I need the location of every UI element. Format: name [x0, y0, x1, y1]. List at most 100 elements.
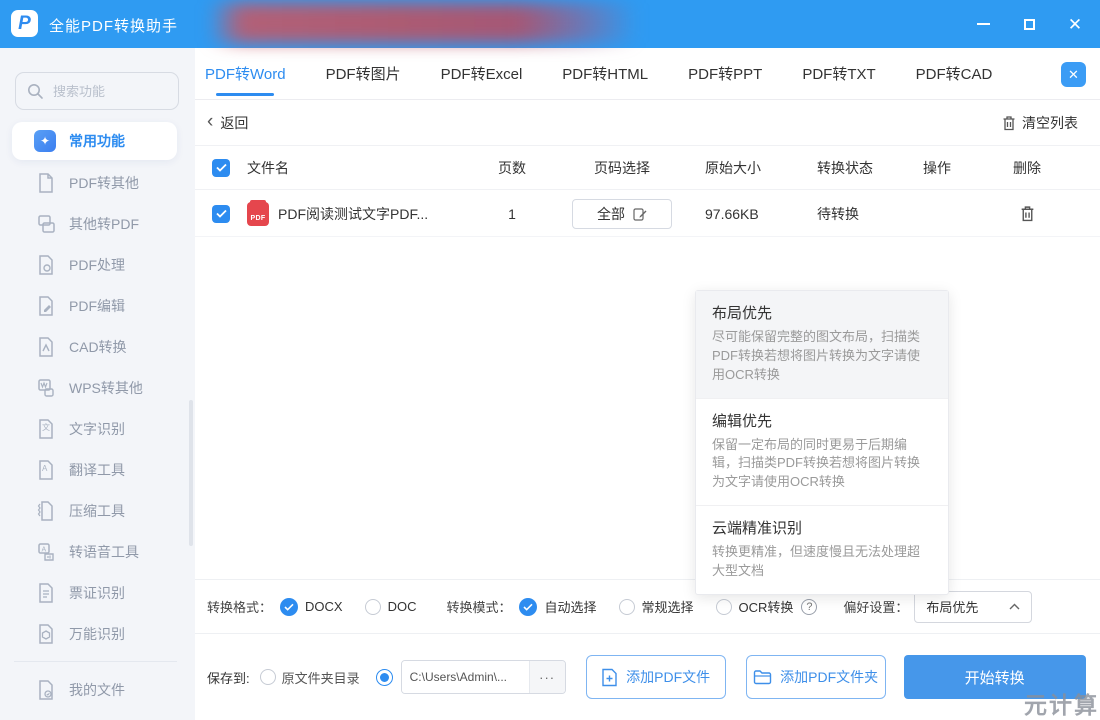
table-header: 文件名 页数 页码选择 原始大小 转换状态 操作 删除 [195, 145, 1100, 190]
radio-checked-icon [519, 598, 537, 616]
radio-normal-select[interactable]: 常规选择 [619, 597, 694, 616]
app-title: 全能PDF转换助手 [49, 15, 178, 36]
sidebar-item-label: 文字识别 [69, 419, 125, 439]
header-filename: 文件名 [247, 158, 477, 178]
sidebar-item-label: 万能识别 [69, 624, 125, 644]
option-description: 尽可能保留完整的图文布局，扫描类PDF转换若想将图片转换为文字请使用OCR转换 [712, 328, 932, 385]
radio-ocr-label: OCR转换 [739, 597, 794, 616]
conversion-options-bar: 转换格式： DOCX DOC 转换模式： 自动选择 常规选择 OCR转换 [195, 579, 1100, 634]
maximize-icon [1024, 19, 1035, 30]
tab-pdf-to-cad[interactable]: PDF转CAD [916, 48, 993, 99]
search-input[interactable] [53, 84, 167, 99]
tab-pdf-to-txt[interactable]: PDF转TXT [802, 48, 875, 99]
minimize-button[interactable] [972, 13, 994, 35]
sidebar-item-label: 其他转PDF [69, 214, 139, 234]
my-files-icon [36, 680, 56, 700]
tab-pdf-to-word[interactable]: PDF转Word [205, 48, 286, 99]
dropdown-option-cloud-recognition[interactable]: 云端精准识别 转换更精准，但速度慢且无法处理超大型文档 [696, 506, 948, 594]
trash-icon [1020, 205, 1035, 222]
sidebar-item-label: 翻译工具 [69, 460, 125, 480]
close-button[interactable]: ✕ [1064, 13, 1086, 35]
sidebar-item-pdf-to-other[interactable]: PDF转其他 [0, 162, 195, 203]
app-window: P 全能PDF转换助手 ✕ ✦ 常用功能 PDF转其他 其他转PDF PDF处理 [0, 0, 1100, 720]
main-content: PDF转Word PDF转图片 PDF转Excel PDF转HTML PDF转P… [195, 48, 1100, 720]
sidebar-item-universal-recognition[interactable]: 万能识别 [0, 613, 195, 654]
pdf-to-other-icon [36, 173, 56, 193]
sparkle-glyph: ✦ [40, 134, 50, 148]
sidebar-item-to-audio-tool[interactable]: A 转语音工具 [0, 531, 195, 572]
sidebar-item-pdf-process[interactable]: PDF处理 [0, 244, 195, 285]
clear-list-button[interactable]: 清空列表 [1002, 113, 1078, 133]
dropdown-option-layout-first[interactable]: 布局优先 尽可能保留完整的图文布局，扫描类PDF转换若想将图片转换为文字请使用O… [696, 291, 948, 399]
sidebar-item-compress-tool[interactable]: 压缩工具 [0, 490, 195, 531]
sidebar-item-pdf-edit[interactable]: PDF编辑 [0, 285, 195, 326]
page-select-button[interactable]: 全部 [572, 199, 672, 229]
maximize-button[interactable] [1018, 13, 1040, 35]
translate-tool-icon: A [36, 460, 56, 480]
preference-select[interactable]: 布局优先 [914, 591, 1032, 623]
window-controls: ✕ [972, 0, 1086, 48]
radio-auto-select[interactable]: 自动选择 [519, 597, 596, 616]
watermark: 元计算 [1024, 686, 1099, 720]
help-icon[interactable]: ? [801, 599, 817, 615]
sidebar-item-other-to-pdf[interactable]: 其他转PDF [0, 203, 195, 244]
sidebar-item-wps-to-other[interactable]: WPS转其他 [0, 367, 195, 408]
pdf-badge-label: PDF [251, 215, 266, 222]
close-icon: ✕ [1068, 67, 1079, 83]
select-all-checkbox[interactable] [212, 159, 230, 177]
cad-convert-icon [36, 337, 56, 357]
sidebar-item-label: 我的文件 [69, 680, 125, 700]
sidebar-item-label: 常用功能 [69, 131, 125, 151]
radio-docx[interactable]: DOCX [280, 598, 343, 616]
format-label: 转换格式： [207, 597, 272, 616]
tab-pdf-to-image[interactable]: PDF转图片 [326, 48, 401, 99]
dropdown-option-edit-first[interactable]: 编辑优先 保留一定布局的同时更易于后期编辑，扫描类PDF转换若想将图片转换为文字… [696, 399, 948, 507]
preference-dropdown-panel: 布局优先 尽可能保留完整的图文布局，扫描类PDF转换若想将图片转换为文字请使用O… [695, 290, 949, 595]
close-icon: ✕ [1068, 16, 1082, 33]
radio-unchecked-icon [716, 599, 732, 615]
panel-close-button[interactable]: ✕ [1061, 62, 1086, 87]
save-to-label: 保存到: [207, 668, 250, 687]
preference-value: 布局优先 [926, 597, 978, 616]
pdf-edit-icon [36, 296, 56, 316]
pdf-file-icon: PDF [247, 202, 269, 226]
folder-icon [753, 669, 772, 685]
back-button[interactable]: ‹ 返回 [207, 113, 248, 133]
row-checkbox[interactable] [212, 205, 230, 223]
wps-to-other-icon [36, 378, 56, 398]
add-pdf-folder-button[interactable]: 添加PDF文件夹 [746, 655, 886, 699]
tab-pdf-to-excel[interactable]: PDF转Excel [441, 48, 523, 99]
browse-button[interactable]: ··· [529, 661, 565, 693]
sidebar-item-my-files[interactable]: 我的文件 [0, 669, 195, 710]
sidebar-item-label: CAD转换 [69, 337, 127, 357]
preference-label: 偏好设置： [843, 597, 908, 616]
save-path-box: ··· [401, 660, 566, 694]
radio-doc[interactable]: DOC [365, 599, 417, 615]
sidebar-item-text-recognition[interactable]: 文 文字识别 [0, 408, 195, 449]
sidebar-item-translate-tool[interactable]: A 翻译工具 [0, 449, 195, 490]
radio-doc-label: DOC [388, 599, 417, 614]
radio-custom-path[interactable] [376, 669, 393, 686]
sidebar-item-invoice-recognition[interactable]: 票证识别 [0, 572, 195, 613]
sidebar-item-cad-convert[interactable]: CAD转换 [0, 326, 195, 367]
search-box[interactable] [15, 72, 179, 110]
titlebar: P 全能PDF转换助手 ✕ [0, 0, 1100, 48]
sidebar-item-label: PDF处理 [69, 255, 125, 275]
header-status: 转换状态 [817, 158, 897, 178]
radio-original-folder[interactable]: 原文件夹目录 [260, 668, 360, 687]
tab-pdf-to-html[interactable]: PDF转HTML [562, 48, 648, 99]
header-delete: 删除 [977, 158, 1077, 178]
sidebar-scrollbar[interactable] [189, 400, 193, 546]
sidebar-item-label: 压缩工具 [69, 501, 125, 521]
add-pdf-file-button[interactable]: 添加PDF文件 [586, 655, 726, 699]
add-pdf-file-label: 添加PDF文件 [626, 667, 710, 687]
svg-text:A: A [42, 546, 47, 553]
radio-unchecked-icon [260, 669, 276, 685]
sidebar-item-common-functions[interactable]: ✦ 常用功能 [12, 122, 177, 160]
row-delete-button[interactable] [1020, 205, 1035, 222]
radio-ocr-convert[interactable]: OCR转换 [716, 597, 794, 616]
radio-auto-label: 自动选择 [544, 597, 596, 616]
tab-pdf-to-ppt[interactable]: PDF转PPT [688, 48, 762, 99]
sidebar-item-label: PDF编辑 [69, 296, 125, 316]
save-path-input[interactable] [402, 661, 529, 693]
